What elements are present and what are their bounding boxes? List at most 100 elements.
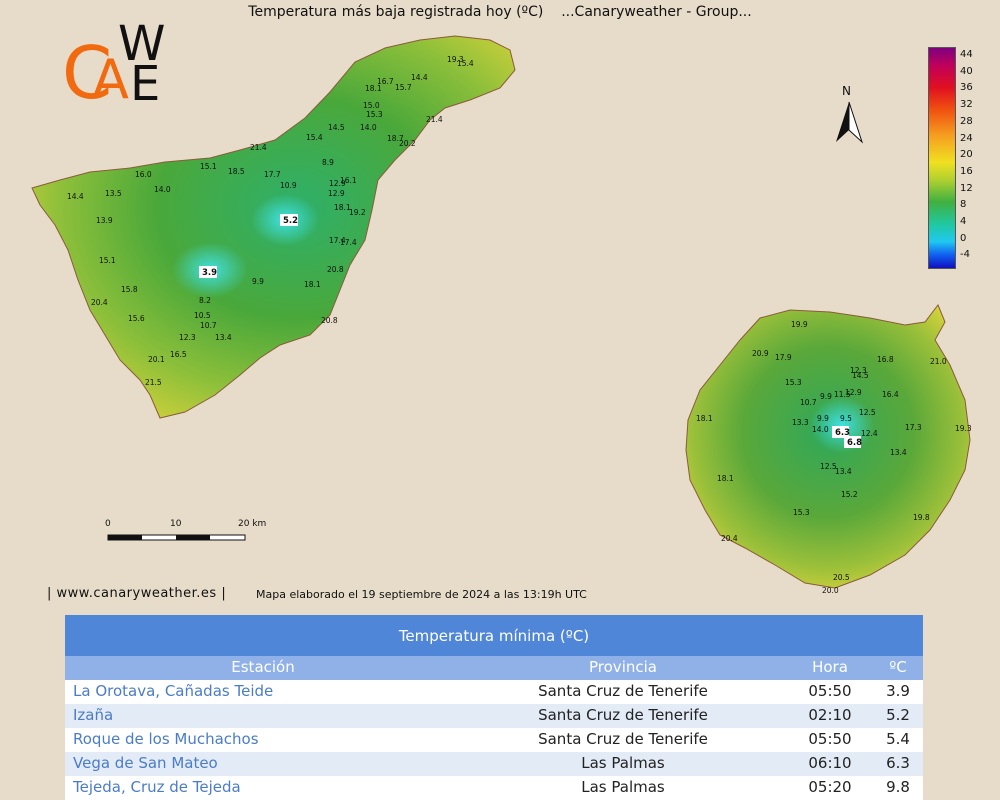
table-row: Tejeda, Cruz de Tejeda Las Palmas 05:20 9.8 xyxy=(65,776,923,800)
station-value: 12.4 xyxy=(861,429,878,438)
table-header: Estación Provincia Hora ºC xyxy=(65,656,923,680)
station-value: 10.5 xyxy=(194,311,211,320)
station-value: 10.7 xyxy=(200,321,217,330)
station-value: 9.9 xyxy=(252,277,264,286)
table-title: Temperatura mínima (ºC) xyxy=(65,615,923,656)
station-value: 11.5 xyxy=(834,390,851,399)
station-value: 17.3 xyxy=(905,423,922,432)
station-value: 15.8 xyxy=(121,285,138,294)
station-value: 20.9 xyxy=(752,349,769,358)
station-value: 20.4 xyxy=(721,534,738,543)
header-estacion: Estación xyxy=(231,658,295,676)
station-value: 13.3 xyxy=(792,418,809,427)
province-cell: Las Palmas xyxy=(581,778,665,796)
legend-label: 40 xyxy=(960,65,973,77)
temp-cell: 9.8 xyxy=(886,778,910,796)
station-value: 15.3 xyxy=(785,378,802,387)
scale-label-10: 10 xyxy=(170,519,182,529)
station-value: 17.7 xyxy=(264,170,281,179)
station-value: 15.7 xyxy=(395,83,412,92)
temp-cell: 5.4 xyxy=(886,730,910,748)
scale-label-0: 0 xyxy=(105,519,111,529)
station-value: 18.1 xyxy=(365,84,382,93)
station-link[interactable]: Tejeda, Cruz de Tejeda xyxy=(73,778,241,796)
station-value: 19.3 xyxy=(955,424,972,433)
station-value: 19.8 xyxy=(913,513,930,522)
svg-text:E: E xyxy=(130,56,160,112)
station-value: 19.2 xyxy=(349,208,366,217)
station-value: 18.5 xyxy=(228,167,245,176)
legend-label: 4 xyxy=(960,216,967,227)
station-value: 19.9 xyxy=(791,320,808,329)
station-value-min: 5.2 xyxy=(283,216,298,226)
station-value: 15.4 xyxy=(306,133,323,142)
temp-cell: 6.3 xyxy=(886,754,910,772)
station-value: 20.0 xyxy=(822,586,839,595)
station-value: 17.9 xyxy=(775,353,792,362)
header-temp: ºC xyxy=(889,658,907,676)
station-value: 14.0 xyxy=(360,123,377,132)
station-link[interactable]: La Orotava, Cañadas Teide xyxy=(73,682,273,700)
station-value: 12.5 xyxy=(859,408,876,417)
station-value: 14.5 xyxy=(852,371,869,380)
time-cell: 05:50 xyxy=(808,682,852,700)
north-label: N xyxy=(842,84,851,98)
station-value: 14.0 xyxy=(812,425,829,434)
station-value: 18.1 xyxy=(304,280,321,289)
min-temp-table: Temperatura mínima (ºC) Estación Provinc… xyxy=(65,615,923,800)
legend-label: 0 xyxy=(960,232,967,244)
station-value: 20.8 xyxy=(321,316,338,325)
legend-label: 20 xyxy=(960,149,973,161)
header-hora: Hora xyxy=(812,658,848,676)
station-value: 21.0 xyxy=(930,357,947,366)
station-value: 10.7 xyxy=(800,398,817,407)
station-value: 15.6 xyxy=(128,314,145,323)
station-value: 16.5 xyxy=(170,350,187,359)
station-value: 17.4 xyxy=(329,236,346,245)
station-value: 15.3 xyxy=(366,110,383,119)
province-cell: Santa Cruz de Tenerife xyxy=(538,682,708,700)
station-value: 15.2 xyxy=(841,490,858,499)
station-value: 14.5 xyxy=(328,123,345,132)
table-body: La Orotava, Cañadas Teide Santa Cruz de T… xyxy=(65,680,923,800)
province-cell: Santa Cruz de Tenerife xyxy=(538,730,708,748)
footer-date: Mapa elaborado el 19 septiembre de 2024 … xyxy=(256,588,587,601)
table-row: Izaña Santa Cruz de Tenerife 02:10 5.2 xyxy=(65,704,923,728)
time-cell: 06:10 xyxy=(808,754,852,772)
station-value: 9.9 xyxy=(817,414,829,423)
legend-label: 36 xyxy=(960,82,973,94)
header-provincia: Provincia xyxy=(589,658,657,676)
station-value: 21.5 xyxy=(145,378,162,387)
north-arrow: N xyxy=(836,84,864,144)
station-value: 12.3 xyxy=(179,333,196,342)
legend-label: 28 xyxy=(960,115,973,127)
station-value: 15.4 xyxy=(457,59,474,68)
station-value: 8.2 xyxy=(199,296,211,305)
station-value-min: 6.8 xyxy=(847,438,862,448)
temperature-legend-bar xyxy=(928,47,956,269)
station-value: 18.1 xyxy=(717,474,734,483)
logo: C A W E xyxy=(62,16,165,115)
station-link[interactable]: Vega de San Mateo xyxy=(73,754,218,772)
station-value-min: 3.9 xyxy=(202,268,217,278)
station-link[interactable]: Roque de los Muchachos xyxy=(73,730,259,748)
scale-label-20: 20 km xyxy=(238,519,266,529)
footer-site: | www.canaryweather.es | xyxy=(47,586,227,601)
station-value: 20.5 xyxy=(833,573,850,582)
station-value: 15.0 xyxy=(363,101,380,110)
station-value: 20.4 xyxy=(91,298,108,307)
station-value: 15.3 xyxy=(793,508,810,517)
time-cell: 05:50 xyxy=(808,730,852,748)
station-link[interactable]: Izaña xyxy=(73,706,113,724)
station-value: 14.4 xyxy=(411,73,428,82)
legend-label: 44 xyxy=(960,49,973,60)
table-row: Vega de San Mateo Las Palmas 06:10 6.3 xyxy=(65,752,923,776)
province-cell: Santa Cruz de Tenerife xyxy=(538,706,708,724)
station-value: 20.2 xyxy=(399,139,416,148)
province-cell: Las Palmas xyxy=(581,754,665,772)
legend-label: 24 xyxy=(960,132,973,144)
station-value: 21.4 xyxy=(426,115,443,124)
scale-bar: 0 10 20 km xyxy=(105,519,266,541)
legend-label: 16 xyxy=(960,165,973,177)
time-cell: 02:10 xyxy=(808,706,852,724)
